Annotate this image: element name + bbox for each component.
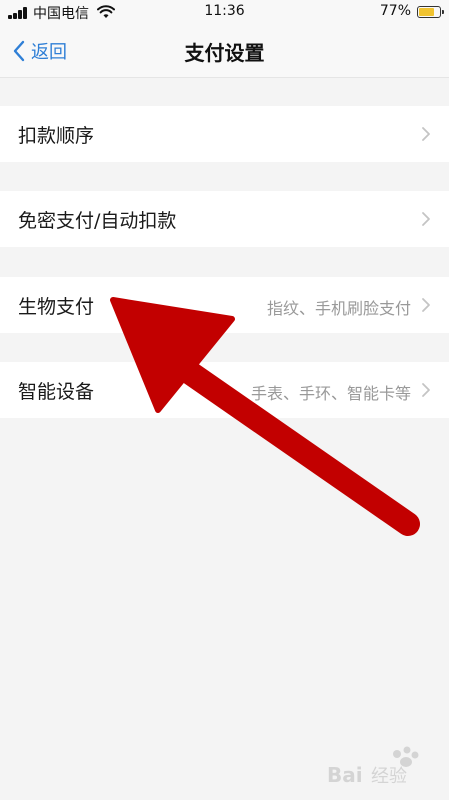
battery-icon [417, 6, 444, 18]
menu-item-label: 生物支付 [18, 296, 95, 318]
nav-bar: 返回 支付设置 [0, 24, 449, 78]
menu-item-deduction-order[interactable]: 扣款顺序 [0, 106, 449, 162]
chevron-right-icon [422, 383, 430, 397]
menu-item-smart-devices[interactable]: 智能设备 手表、手环、智能卡等 [0, 362, 449, 418]
menu-item-label: 扣款顺序 [18, 125, 95, 147]
battery-percent: 77% [379, 3, 411, 19]
menu-item-biometric-payment[interactable]: 生物支付 指纹、手机刷脸支付 [0, 277, 449, 333]
chevron-right-icon [422, 127, 430, 141]
menu-item-password-free-payment[interactable]: 免密支付/自动扣款 [0, 191, 449, 247]
battery-fill [419, 8, 435, 16]
menu-item-label: 免密支付/自动扣款 [18, 210, 177, 232]
svg-text:Bai: Bai [327, 763, 363, 787]
chevron-right-icon [422, 298, 430, 312]
menu-item-label: 智能设备 [18, 381, 95, 403]
watermark-logo-icon: Bai 经验 [327, 746, 419, 787]
page-title: 支付设置 [184, 41, 265, 65]
menu-item-value: 指纹、手机刷脸支付 [266, 299, 411, 318]
menu-item-value: 手表、手环、智能卡等 [250, 384, 411, 403]
chevron-right-icon [422, 212, 430, 226]
status-bar: 中国电信 11:36 77% [0, 0, 449, 24]
svg-text:经验: 经验 [371, 766, 407, 787]
